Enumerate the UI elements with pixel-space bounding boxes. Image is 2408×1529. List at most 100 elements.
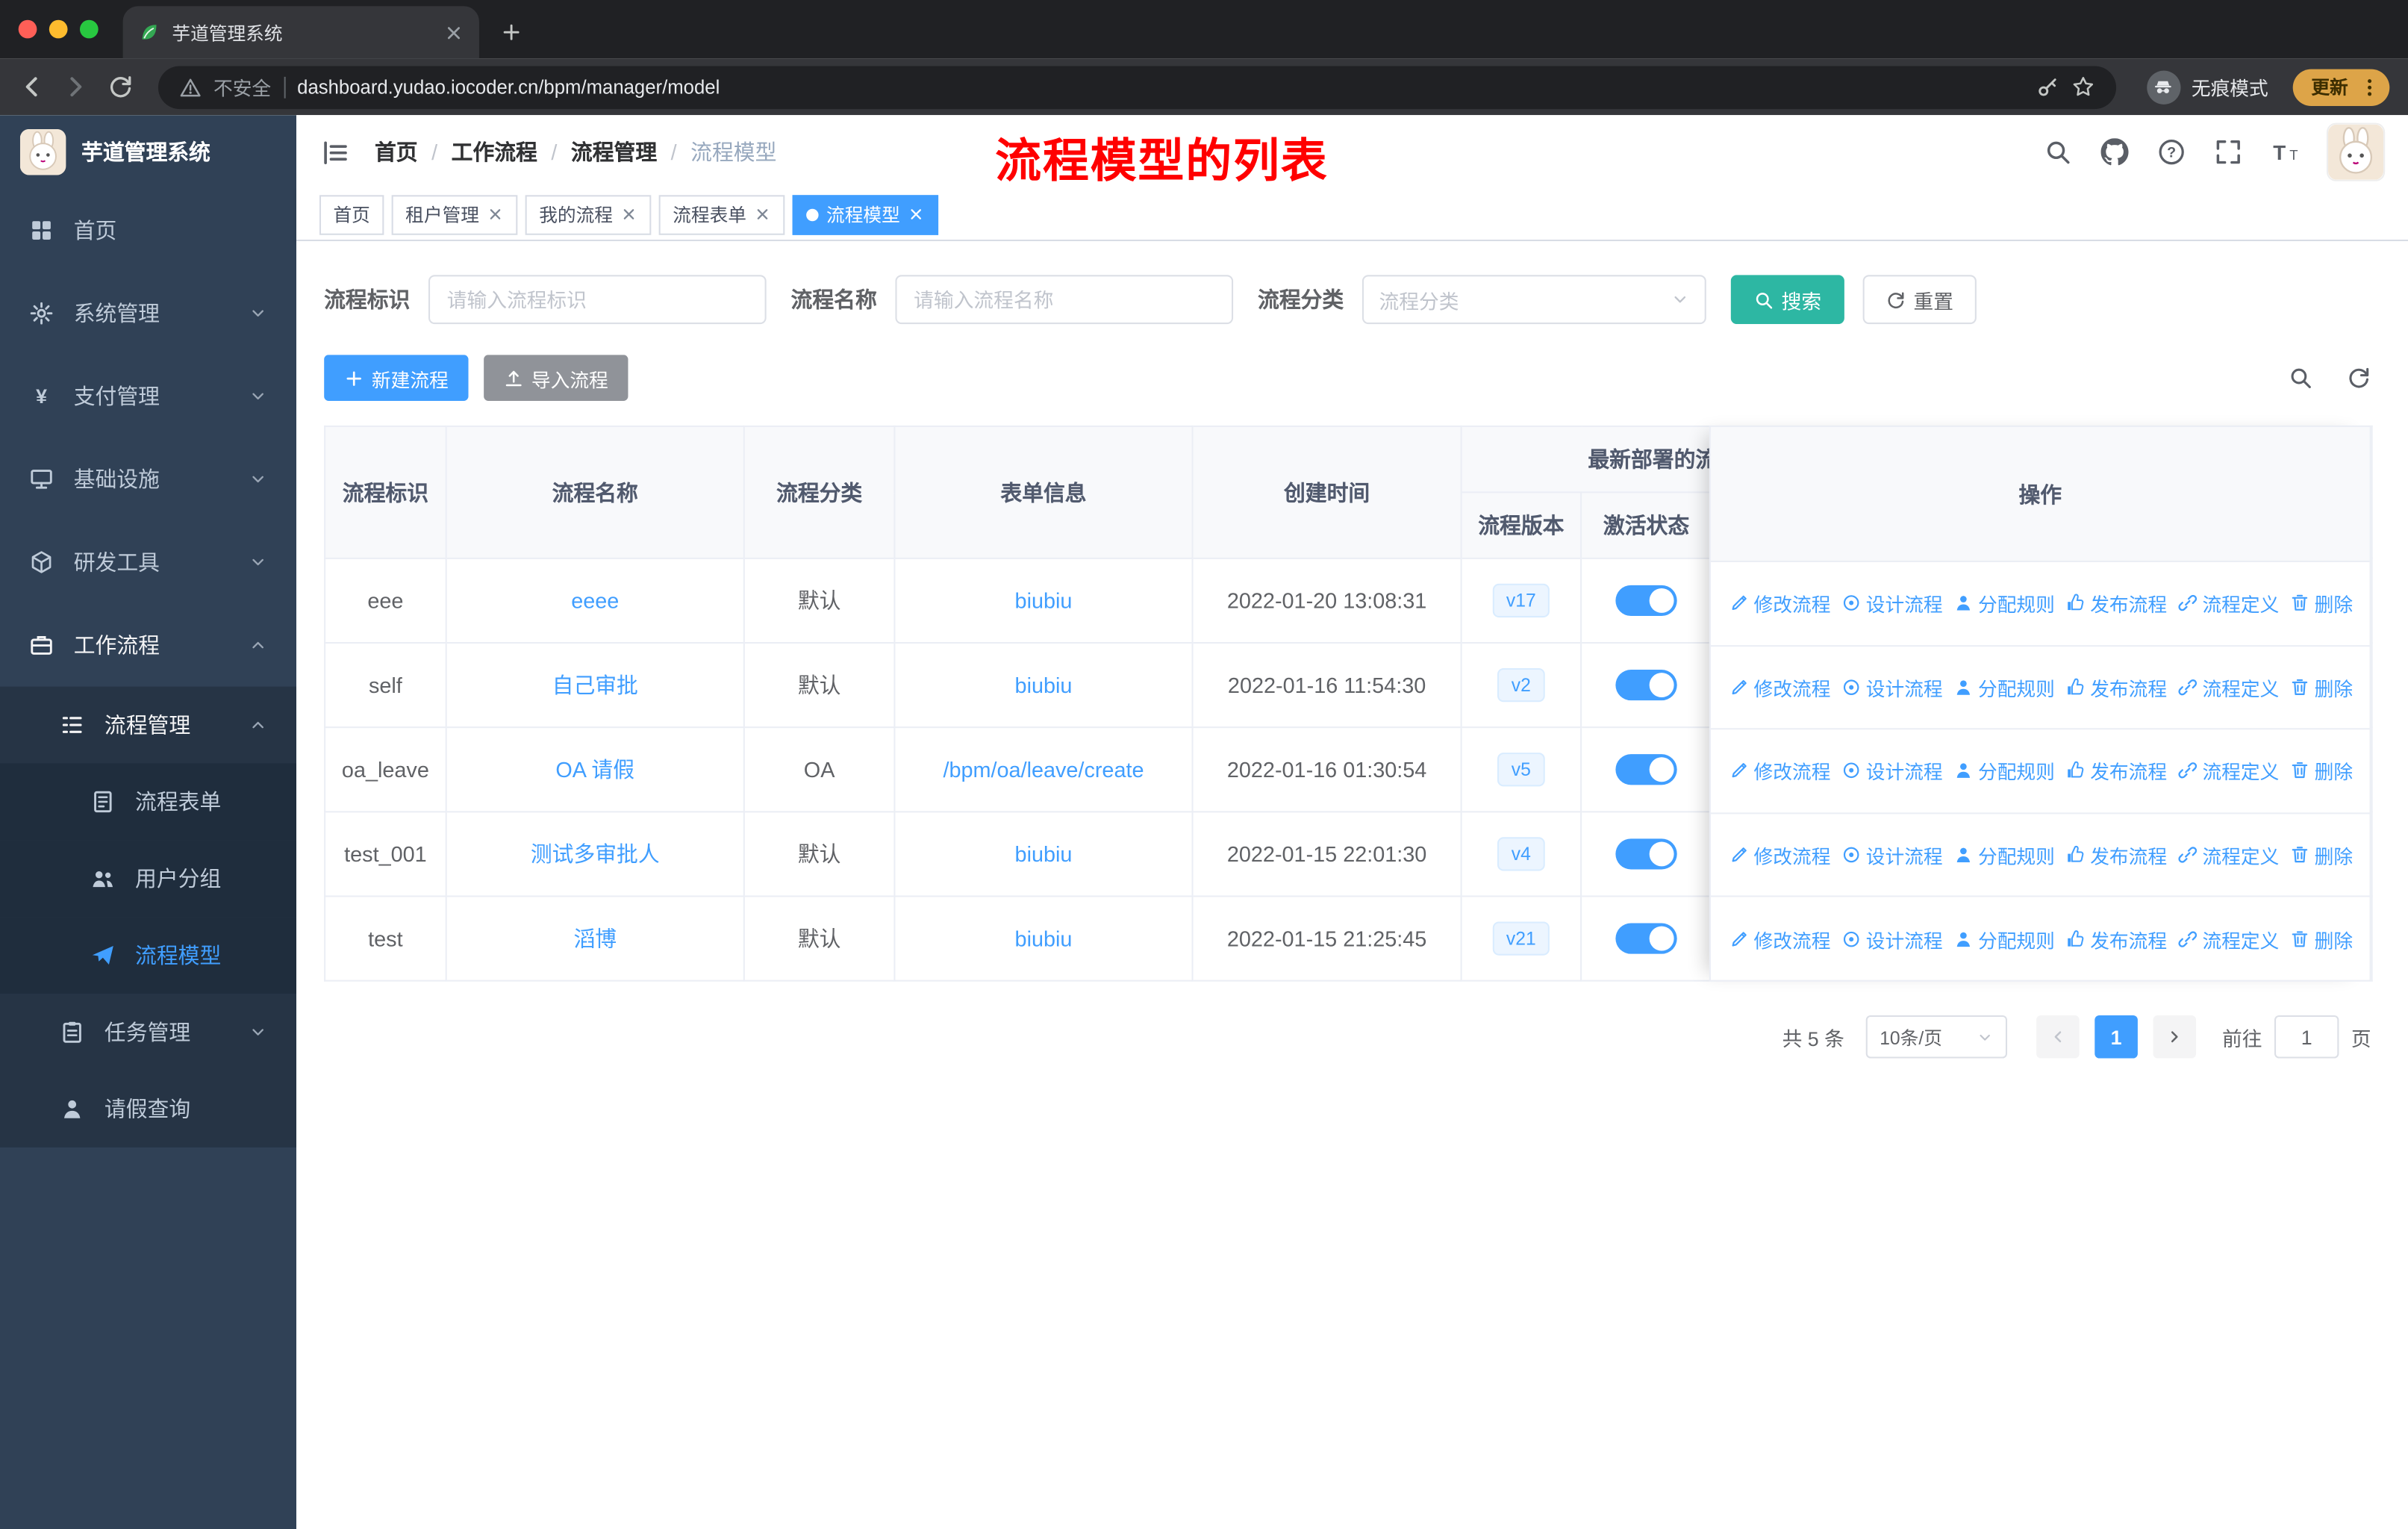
github-icon[interactable] [2101, 138, 2129, 166]
search-icon[interactable] [2044, 138, 2071, 166]
assign-rule-link[interactable]: 分配规则 [1953, 589, 2055, 618]
tag-process-model[interactable]: 流程模型 [792, 194, 939, 234]
sidebar-item-process-form[interactable]: 流程表单 [0, 763, 297, 841]
tab-close-icon[interactable] [444, 22, 464, 43]
assign-rule-link[interactable]: 分配规则 [1953, 924, 2055, 953]
assign-rule-link[interactable]: 分配规则 [1953, 756, 2055, 785]
process-name-link[interactable]: 自己审批 [552, 673, 638, 697]
process-definition-link[interactable]: 流程定义 [2178, 924, 2279, 953]
address-bar[interactable]: 不安全 dashboard.yudao.iocoder.cn/bpm/manag… [157, 65, 2117, 109]
avatar[interactable] [2328, 125, 2383, 180]
assign-rule-link[interactable]: 分配规则 [1953, 673, 2055, 702]
help-icon[interactable] [2158, 138, 2186, 166]
form-link[interactable]: biubiu [1015, 673, 1073, 697]
publish-process-link[interactable]: 发布流程 [2065, 589, 2167, 618]
import-process-button[interactable]: 导入流程 [484, 355, 628, 401]
tag-my-process[interactable]: 我的流程 [525, 194, 652, 234]
delete-process-link[interactable]: 删除 [2290, 924, 2353, 953]
design-process-link[interactable]: 设计流程 [1841, 924, 1943, 953]
close-icon[interactable] [754, 206, 771, 223]
sidebar-item-home[interactable]: 首页 [0, 189, 296, 272]
publish-process-link[interactable]: 发布流程 [2065, 673, 2167, 702]
design-process-link[interactable]: 设计流程 [1841, 841, 1943, 870]
tag-process-form[interactable]: 流程表单 [658, 194, 785, 234]
delete-process-link[interactable]: 删除 [2290, 756, 2353, 785]
process-name-link[interactable]: OA 请假 [555, 757, 634, 782]
publish-process-link[interactable]: 发布流程 [2065, 924, 2167, 953]
edit-process-link[interactable]: 修改流程 [1729, 756, 1830, 785]
process-name-input[interactable] [895, 275, 1234, 325]
process-key-input[interactable] [428, 275, 767, 325]
fullscreen-icon[interactable] [2215, 138, 2242, 166]
close-window-button[interactable] [18, 19, 37, 39]
delete-process-link[interactable]: 删除 [2290, 841, 2353, 870]
form-link[interactable]: biubiu [1015, 927, 1073, 951]
sidebar-item-infrastructure[interactable]: 基础设施 [0, 437, 296, 520]
process-definition-link[interactable]: 流程定义 [2178, 756, 2279, 785]
breadcrumb-workflow[interactable]: 工作流程 [452, 137, 537, 167]
url-text[interactable]: dashboard.yudao.iocoder.cn/bpm/manager/m… [297, 76, 2024, 98]
breadcrumb-process-management[interactable]: 流程管理 [571, 137, 657, 167]
new-tab-button[interactable] [491, 12, 531, 52]
process-name-link[interactable]: 测试多审批人 [531, 841, 660, 866]
design-process-link[interactable]: 设计流程 [1841, 673, 1943, 702]
status-toggle[interactable] [1615, 923, 1677, 954]
refresh-table-icon[interactable] [2347, 366, 2371, 390]
key-icon[interactable] [2036, 75, 2059, 99]
back-icon[interactable] [19, 74, 45, 100]
edit-process-link[interactable]: 修改流程 [1729, 589, 1830, 618]
page-size-select[interactable]: 10条/页 [1865, 1015, 2007, 1059]
zoom-window-button[interactable] [79, 19, 99, 39]
sidebar-item-payment[interactable]: 支付管理 [0, 355, 296, 437]
process-name-link[interactable]: eeee [571, 588, 619, 613]
status-toggle[interactable] [1615, 585, 1677, 617]
status-toggle[interactable] [1615, 838, 1677, 870]
design-process-link[interactable]: 设计流程 [1841, 589, 1943, 618]
delete-process-link[interactable]: 删除 [2290, 673, 2353, 702]
warning-icon[interactable] [180, 76, 202, 98]
forward-icon[interactable] [63, 74, 89, 100]
sidebar-item-process-management[interactable]: 流程管理 [0, 686, 297, 764]
process-definition-link[interactable]: 流程定义 [2178, 589, 2279, 618]
update-button[interactable]: 更新 [2292, 68, 2390, 105]
create-process-button[interactable]: 新建流程 [324, 355, 469, 401]
sidebar-item-task-management[interactable]: 任务管理 [0, 994, 297, 1071]
toggle-search-icon[interactable] [2289, 366, 2313, 390]
assign-rule-link[interactable]: 分配规则 [1953, 841, 2055, 870]
publish-process-link[interactable]: 发布流程 [2065, 841, 2167, 870]
close-icon[interactable] [620, 206, 637, 223]
font-size-icon[interactable] [2271, 138, 2299, 166]
process-name-link[interactable]: 滔博 [573, 927, 617, 951]
sidebar-collapse-icon[interactable] [321, 137, 350, 166]
status-toggle[interactable] [1615, 670, 1677, 701]
prev-page-button[interactable] [2036, 1015, 2080, 1059]
edit-process-link[interactable]: 修改流程 [1729, 924, 1830, 953]
sidebar-item-system[interactable]: 系统管理 [0, 272, 296, 355]
edit-process-link[interactable]: 修改流程 [1729, 841, 1830, 870]
form-link[interactable]: biubiu [1015, 588, 1073, 613]
tag-home[interactable]: 首页 [319, 194, 384, 234]
process-definition-link[interactable]: 流程定义 [2178, 841, 2279, 870]
edit-process-link[interactable]: 修改流程 [1729, 673, 1830, 702]
bookmark-star-icon[interactable] [2071, 75, 2094, 99]
reload-icon[interactable] [107, 74, 134, 100]
delete-process-link[interactable]: 删除 [2290, 589, 2353, 618]
sidebar-item-leave-query[interactable]: 请假查询 [0, 1071, 297, 1147]
reset-button[interactable]: 重置 [1862, 275, 1977, 325]
sidebar-item-user-group[interactable]: 用户分组 [0, 840, 297, 918]
status-toggle[interactable] [1615, 754, 1677, 785]
browser-tab[interactable]: 芋道管理系统 [122, 6, 479, 59]
publish-process-link[interactable]: 发布流程 [2065, 756, 2167, 785]
close-icon[interactable] [487, 206, 504, 223]
tag-tenant[interactable]: 租户管理 [391, 194, 518, 234]
design-process-link[interactable]: 设计流程 [1841, 756, 1943, 785]
goto-page-input[interactable] [2274, 1015, 2339, 1059]
next-page-button[interactable] [2153, 1015, 2197, 1059]
minimize-window-button[interactable] [49, 19, 68, 39]
form-link[interactable]: /bpm/oa/leave/create [943, 757, 1144, 782]
process-category-select[interactable]: 流程分类 [1361, 275, 1706, 325]
sidebar-item-workflow[interactable]: 工作流程 [0, 604, 296, 687]
browser-menu-icon[interactable] [2359, 76, 2380, 98]
search-button[interactable]: 搜索 [1730, 275, 1844, 325]
sidebar-item-devtools[interactable]: 研发工具 [0, 520, 296, 603]
